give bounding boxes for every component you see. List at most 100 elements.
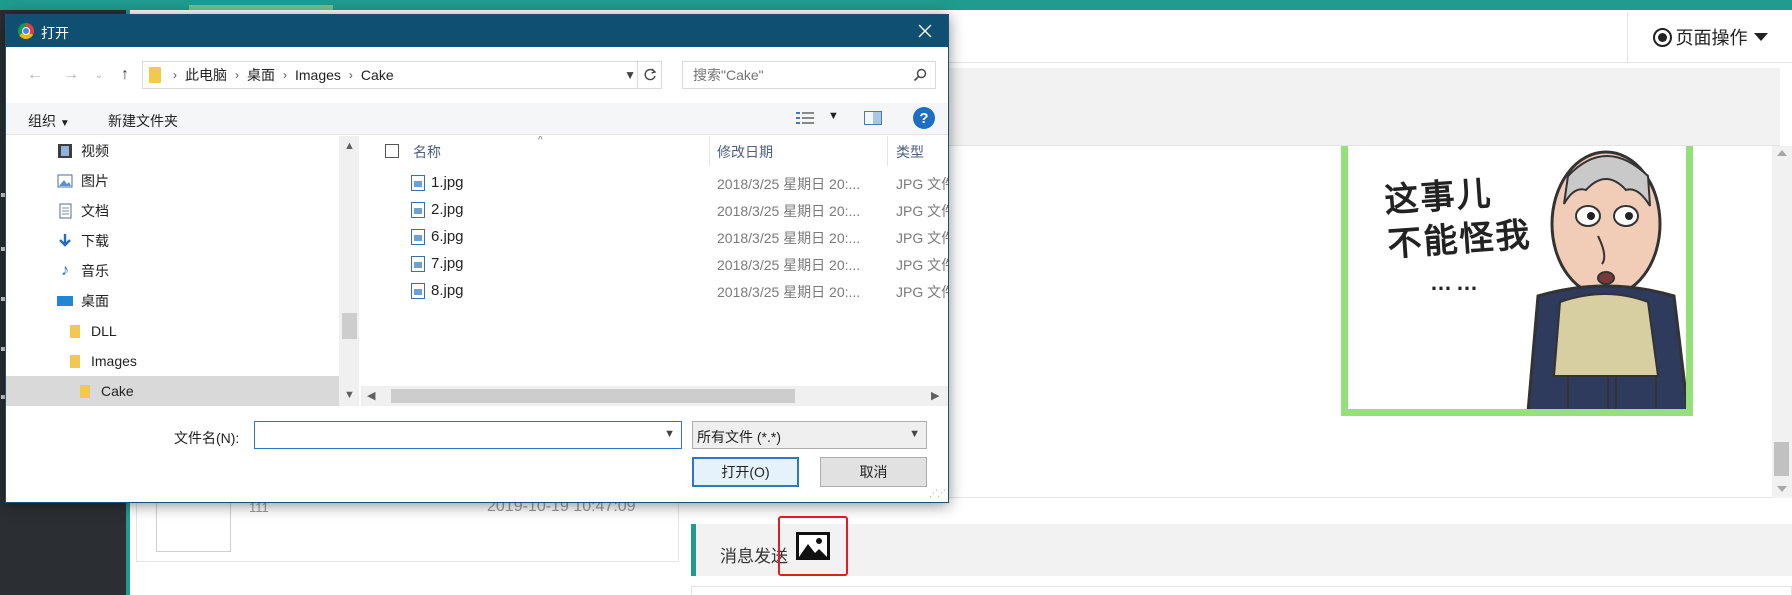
breadcrumb-separator-icon: ›: [348, 68, 353, 82]
close-button[interactable]: [902, 15, 948, 47]
column-header-modified[interactable]: 修改日期: [717, 142, 773, 162]
breadcrumb-desktop[interactable]: 桌面: [241, 65, 281, 85]
tree-item-label: 音乐: [81, 263, 109, 279]
folder-icon: [149, 67, 161, 83]
file-date: 2018/3/25 星期日 20:...: [717, 284, 861, 300]
forward-button[interactable]: →: [60, 61, 82, 89]
file-type: JPG 文件: [896, 203, 948, 219]
send-input-area[interactable]: [691, 586, 1792, 595]
file-row[interactable]: 8.jpg 2018/3/25 星期日 20:... JPG 文件: [361, 278, 948, 305]
scroll-right-arrow-icon[interactable]: ▶: [931, 389, 939, 402]
tree-item-dll[interactable]: DLL: [6, 316, 339, 346]
up-button[interactable]: ↑: [114, 61, 136, 89]
jpg-file-icon: [411, 283, 425, 299]
meme-image: 这事儿 不能怪我 ……: [1341, 146, 1693, 416]
tree-item-downloads[interactable]: 下载: [6, 226, 339, 256]
search-input[interactable]: [683, 62, 893, 88]
tree-item-pictures[interactable]: 图片: [6, 166, 339, 196]
horizontal-scrollbar-thumb[interactable]: [391, 389, 795, 403]
scroll-up-arrow-icon[interactable]: [1777, 150, 1787, 156]
view-dropdown-icon[interactable]: ▼: [828, 110, 839, 122]
tree-item-label: 图片: [81, 173, 109, 189]
page-actions-label: 页面操作: [1675, 28, 1748, 48]
search-box[interactable]: [682, 61, 936, 89]
filename-label: 文件名(N):: [174, 430, 240, 446]
resize-grip-icon[interactable]: ⋰⋰: [929, 488, 946, 499]
back-button[interactable]: ←: [24, 61, 46, 89]
message-card[interactable]: 111 2019-10-19 10:47:09: [136, 498, 679, 562]
scroll-left-arrow-icon[interactable]: ◀: [367, 389, 375, 402]
tree-item-label: Images: [91, 353, 137, 369]
address-dropdown-icon[interactable]: ▼: [624, 68, 636, 82]
filename-input[interactable]: [255, 422, 655, 448]
arrow-up-icon: ↑: [121, 66, 129, 83]
help-icon[interactable]: ?: [913, 107, 935, 129]
open-button[interactable]: 打开(O): [692, 457, 799, 487]
file-row[interactable]: 2.jpg 2018/3/25 星期日 20:... JPG 文件: [361, 197, 948, 224]
navigation-row: ← → ⌄ ↑ › 此电脑 › 桌面 › Images › Cake ▼: [6, 61, 948, 91]
jpg-file-icon: [411, 256, 425, 272]
tree-item-label: 视频: [81, 143, 109, 159]
column-divider[interactable]: [887, 136, 888, 166]
file-type-filter[interactable]: 所有文件 (*.*) ▼: [692, 421, 927, 449]
file-row[interactable]: 1.jpg 2018/3/25 星期日 20:... JPG 文件: [361, 170, 948, 197]
tree-item-label: 文档: [81, 203, 109, 219]
file-list-horizontal-scrollbar[interactable]: ◀ ▶: [361, 386, 948, 406]
tree-item-documents[interactable]: 文档: [6, 196, 339, 226]
close-icon: [918, 24, 932, 38]
tree-item-music[interactable]: ♪ 音乐: [6, 256, 339, 286]
preview-pane-icon[interactable]: [864, 111, 882, 125]
file-row[interactable]: 7.jpg 2018/3/25 星期日 20:... JPG 文件: [361, 251, 948, 278]
chevron-down-icon[interactable]: ▼: [664, 428, 675, 440]
page-actions-menu[interactable]: 页面操作: [1627, 12, 1792, 62]
column-divider[interactable]: [709, 136, 710, 166]
dialog-title: 打开: [41, 25, 69, 41]
folder-icon: [77, 383, 93, 399]
breadcrumb-images[interactable]: Images: [289, 67, 347, 83]
tree-item-cake[interactable]: Cake: [6, 376, 339, 406]
music-icon: ♪: [61, 262, 69, 279]
tree-item-videos[interactable]: 视频: [6, 136, 339, 166]
column-header-name[interactable]: 名称: [413, 142, 441, 162]
tree-item-desktop[interactable]: 桌面: [6, 286, 339, 316]
select-all-checkbox[interactable]: [385, 144, 399, 158]
file-name: 1.jpg: [431, 174, 464, 191]
refresh-button[interactable]: [637, 62, 661, 88]
chevron-down-icon: ▼: [909, 428, 920, 440]
file-type: JPG 文件: [896, 230, 948, 246]
file-row[interactable]: 6.jpg 2018/3/25 星期日 20:... JPG 文件: [361, 224, 948, 251]
target-icon: [1652, 27, 1672, 47]
cancel-button[interactable]: 取消: [820, 457, 927, 487]
organize-label: 组织: [28, 113, 56, 129]
tree-item-label: 下载: [81, 233, 109, 249]
column-header-type[interactable]: 类型: [896, 142, 924, 162]
file-date: 2018/3/25 星期日 20:...: [717, 257, 861, 273]
address-bar[interactable]: › 此电脑 › 桌面 › Images › Cake ▼: [142, 61, 662, 89]
tree-scrollbar[interactable]: ▲ ▼: [339, 136, 359, 406]
file-type: JPG 文件: [896, 176, 948, 192]
file-list-header: ^ 名称 修改日期 类型: [361, 136, 948, 166]
scroll-down-arrow-icon[interactable]: [1777, 486, 1787, 492]
chevron-down-icon: ⌄: [94, 69, 104, 81]
video-icon: [57, 143, 73, 159]
tree-scrollbar-thumb[interactable]: [342, 313, 357, 339]
page-scrollbar-thumb[interactable]: [1774, 442, 1789, 476]
command-bar: 组织 ▼ 新建文件夹 ▼ ?: [6, 103, 948, 135]
jpg-file-icon: [411, 202, 425, 218]
scroll-down-arrow-icon[interactable]: ▼: [344, 389, 355, 401]
file-date: 2018/3/25 星期日 20:...: [717, 230, 861, 246]
scroll-up-arrow-icon[interactable]: ▲: [344, 140, 355, 152]
new-folder-button[interactable]: 新建文件夹: [108, 111, 178, 131]
send-image-button[interactable]: [778, 516, 848, 576]
dialog-title-bar[interactable]: 打开: [6, 15, 948, 47]
jpg-file-icon: [411, 229, 425, 245]
tree-item-images[interactable]: Images: [6, 346, 339, 376]
filename-combobox[interactable]: ▼: [254, 421, 682, 449]
breadcrumb-cake[interactable]: Cake: [355, 67, 400, 83]
recent-locations-button[interactable]: ⌄: [92, 61, 106, 89]
organize-menu[interactable]: 组织 ▼: [28, 111, 70, 131]
file-date: 2018/3/25 星期日 20:...: [717, 203, 861, 219]
file-type: JPG 文件: [896, 284, 948, 300]
view-options-button[interactable]: [796, 111, 816, 128]
breadcrumb-this-pc[interactable]: 此电脑: [179, 65, 233, 85]
